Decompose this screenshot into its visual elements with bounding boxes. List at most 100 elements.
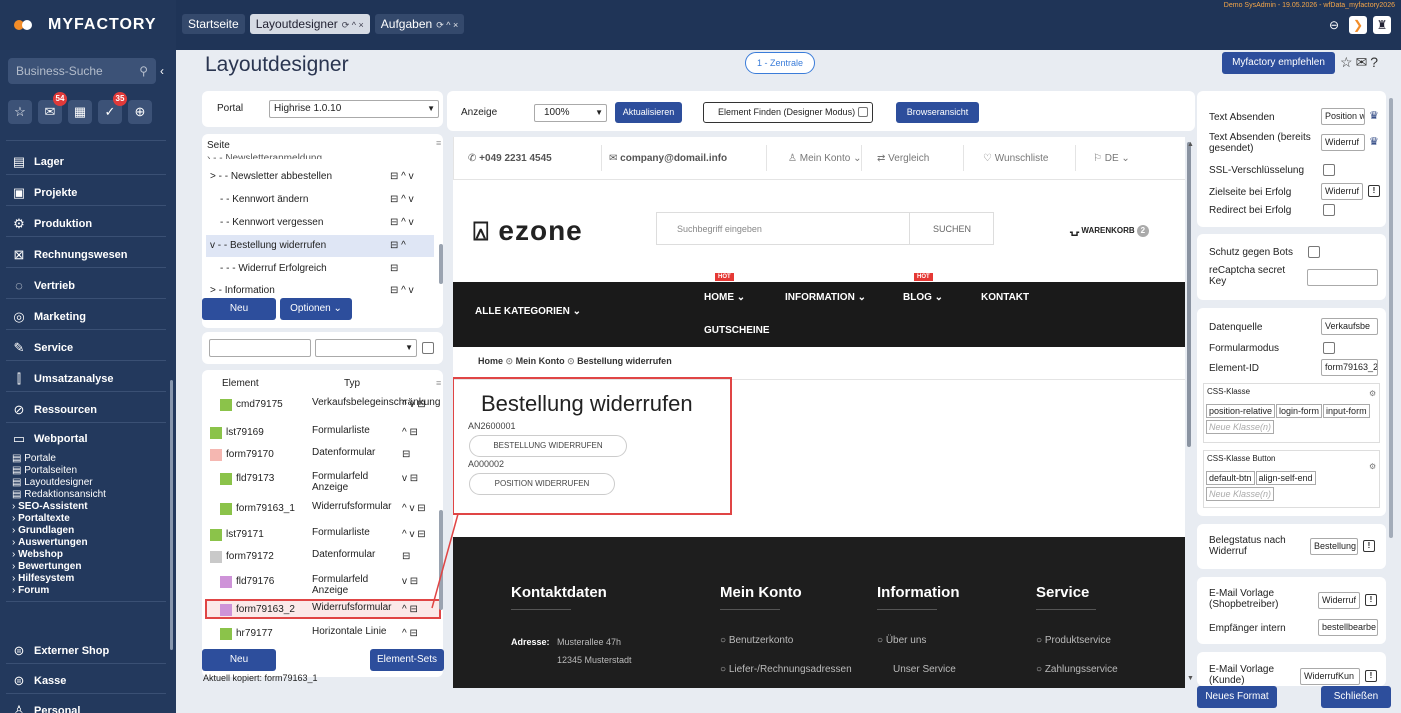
tab-controls[interactable]: ⟳ ^ × <box>342 20 364 30</box>
search-button[interactable]: SUCHEN <box>933 224 971 234</box>
nav-blog[interactable]: BLOG ⌄ <box>903 292 943 303</box>
nav-hilfesystem[interactable]: › Hilfesystem <box>12 573 74 584</box>
close-button[interactable]: Schließen <box>1321 686 1391 708</box>
nav-layoutdesigner[interactable]: ▤ Layoutdesigner <box>12 477 93 488</box>
nav-webshop[interactable]: › Webshop <box>12 549 63 560</box>
tab-aufgaben[interactable]: Aufgaben ⟳ ^ × <box>374 14 465 34</box>
search-box[interactable]: Suchbegriff eingeben SUCHEN <box>656 212 994 245</box>
nav-produktion[interactable]: ⚙ Produktion <box>12 216 92 232</box>
nav-redaktionsansicht[interactable]: ▤ Redaktionsansicht <box>12 489 106 500</box>
new-format-button[interactable]: Neues Format <box>1197 686 1277 708</box>
brand-icon[interactable]: ❯ <box>1349 16 1367 34</box>
sidebar-scrollbar[interactable] <box>170 380 173 650</box>
element-actions[interactable]: ^ ⊟ <box>402 427 418 438</box>
add-icon[interactable]: ⊕ <box>128 100 152 124</box>
info-icon[interactable]: ! <box>1365 594 1377 606</box>
element-actions[interactable]: ⊟ <box>402 449 410 460</box>
css-tag[interactable]: default-btn <box>1206 471 1255 485</box>
nav-umsatzanalyse[interactable]: ⫿ Umsatzanalyse <box>12 371 114 387</box>
wishlist-link[interactable]: ♡ Wunschliste <box>983 153 1048 164</box>
menu-icon[interactable]: ≡ <box>436 378 441 388</box>
breadcrumb-home[interactable]: Home <box>478 356 503 366</box>
nav-ressourcen[interactable]: ⊘ Ressourcen <box>12 402 97 418</box>
tasks-icon[interactable]: ✓ 35 <box>98 92 127 124</box>
translate-icon[interactable]: ♛ <box>1369 135 1379 148</box>
find-checkbox[interactable] <box>858 107 868 117</box>
nav-home[interactable]: HOME ⌄ <box>704 292 745 303</box>
element-actions[interactable]: ^ ⊟ <box>402 628 418 639</box>
css-tag[interactable]: position-relative <box>1206 404 1276 418</box>
nav-webportal[interactable]: ▭ Webportal <box>12 431 88 447</box>
element-actions[interactable]: v ⊟ <box>402 576 418 587</box>
tab-startseite[interactable]: Startseite <box>182 14 245 34</box>
text-absenden-sent-input[interactable]: Widerruf <box>1321 134 1365 151</box>
location-badge[interactable]: 1 - Zentrale <box>745 52 815 74</box>
nav-portalseiten[interactable]: ▤ Portalseiten <box>12 465 77 476</box>
assistant-icon[interactable]: ♜ <box>1373 16 1391 34</box>
nav-information[interactable]: INFORMATION ⌄ <box>785 292 866 303</box>
bots-checkbox[interactable] <box>1308 246 1320 258</box>
preview-scrollbar[interactable] <box>1187 142 1191 447</box>
element-filter-input[interactable] <box>209 339 311 357</box>
element-id-input[interactable]: form79163_2 <box>1321 359 1378 376</box>
menu-icon[interactable]: ≡ <box>436 138 441 148</box>
css-tag[interactable]: align-self-end <box>1255 471 1316 485</box>
element-actions[interactable]: ^ ⊟ <box>402 604 418 615</box>
footer-link[interactable]: Unser Service <box>893 664 956 675</box>
all-categories-menu[interactable]: ALLE KATEGORIEN ⌄ <box>475 306 581 317</box>
nav-lager[interactable]: ▤ Lager <box>12 154 64 170</box>
type-filter-select[interactable]: ▼ <box>315 339 417 357</box>
footer-link[interactable]: ○ Über uns <box>877 635 926 646</box>
nav-service[interactable]: ✎ Service <box>12 340 74 356</box>
new-element-button[interactable]: Neu <box>202 649 276 671</box>
app-logo[interactable]: MYFACTORY <box>0 0 176 50</box>
refresh-button[interactable]: Aktualisieren <box>615 102 682 123</box>
element-actions[interactable]: ^ v ⊟ <box>402 503 426 514</box>
nav-rechnungswesen[interactable]: ⊠ Rechnungswesen <box>12 247 128 263</box>
element-sets-button[interactable]: Element-Sets <box>370 649 444 671</box>
scroll-down-icon[interactable]: ▼ <box>1187 675 1194 682</box>
favorites-icon[interactable]: ☆ <box>8 100 32 124</box>
nav-personal[interactable]: ♙ Personal <box>12 703 80 713</box>
translate-icon[interactable]: ♛ <box>1369 109 1379 122</box>
nav-kasse[interactable]: ⊜ Kasse <box>12 673 67 689</box>
nav-marketing[interactable]: ◎ Marketing <box>12 309 86 325</box>
new-class-input[interactable]: Neue Klasse(n) <box>1206 487 1275 501</box>
recaptcha-input[interactable] <box>1307 269 1378 286</box>
new-page-button[interactable]: Neu <box>202 298 276 320</box>
element-actions[interactable]: ⊟ <box>402 551 410 562</box>
pages-scrollbar[interactable] <box>439 244 443 284</box>
cart-link[interactable]: ⍽ WARENKORB 2 <box>1070 222 1149 237</box>
new-class-input[interactable]: Neue Klasse(n) <box>1206 420 1275 434</box>
brand-logo[interactable]: ⍓ ezone <box>473 215 583 248</box>
element-actions[interactable]: ^ v ⊟ <box>402 399 426 410</box>
help-icon[interactable]: ? <box>1370 54 1381 70</box>
footer-link[interactable]: ○ Produktservice <box>1036 635 1111 646</box>
props-scrollbar[interactable] <box>1389 98 1393 538</box>
zoom-select[interactable]: 100% ▼ <box>534 104 607 122</box>
nav-gutscheine[interactable]: GUTSCHEINE <box>704 325 770 336</box>
footer-link[interactable]: ○ Zahlungsservice <box>1036 664 1118 675</box>
nav-portaltexte[interactable]: › Portaltexte <box>12 513 70 524</box>
info-icon[interactable]: ! <box>1363 540 1375 552</box>
nav-forum[interactable]: › Forum <box>12 585 49 596</box>
account-link[interactable]: ♙ Mein Konto ⌄ <box>788 153 862 164</box>
favorite-icon[interactable]: ☆ <box>1340 54 1356 70</box>
css-tag[interactable]: login-form <box>1276 404 1323 418</box>
breadcrumb-account[interactable]: Mein Konto <box>516 356 565 366</box>
mail-icon[interactable]: ✉ <box>1356 54 1371 70</box>
info-icon[interactable]: ! <box>1368 185 1380 197</box>
mail-icon[interactable]: ✉ 54 <box>38 92 67 124</box>
ssl-checkbox[interactable] <box>1323 164 1335 176</box>
email-shop-select[interactable]: Widerruf <box>1318 592 1360 609</box>
language-select[interactable]: ⚐ DE ⌄ <box>1093 153 1130 164</box>
compare-link[interactable]: ⇄ Vergleich <box>877 153 929 164</box>
footer-link[interactable]: ○ Benutzerkonto <box>720 635 793 646</box>
tab-controls[interactable]: ⟳ ^ × <box>436 20 458 30</box>
text-absenden-input[interactable]: Position w <box>1321 108 1365 125</box>
translate-small-icon[interactable]: ⚙ <box>1369 389 1376 398</box>
nav-bewertungen[interactable]: › Bewertungen <box>12 561 81 572</box>
zielseite-input[interactable]: Widerruf <box>1321 183 1363 200</box>
nav-portale[interactable]: ▤ Portale <box>12 453 56 464</box>
collapse-sidebar-icon[interactable]: ‹ <box>160 64 164 78</box>
